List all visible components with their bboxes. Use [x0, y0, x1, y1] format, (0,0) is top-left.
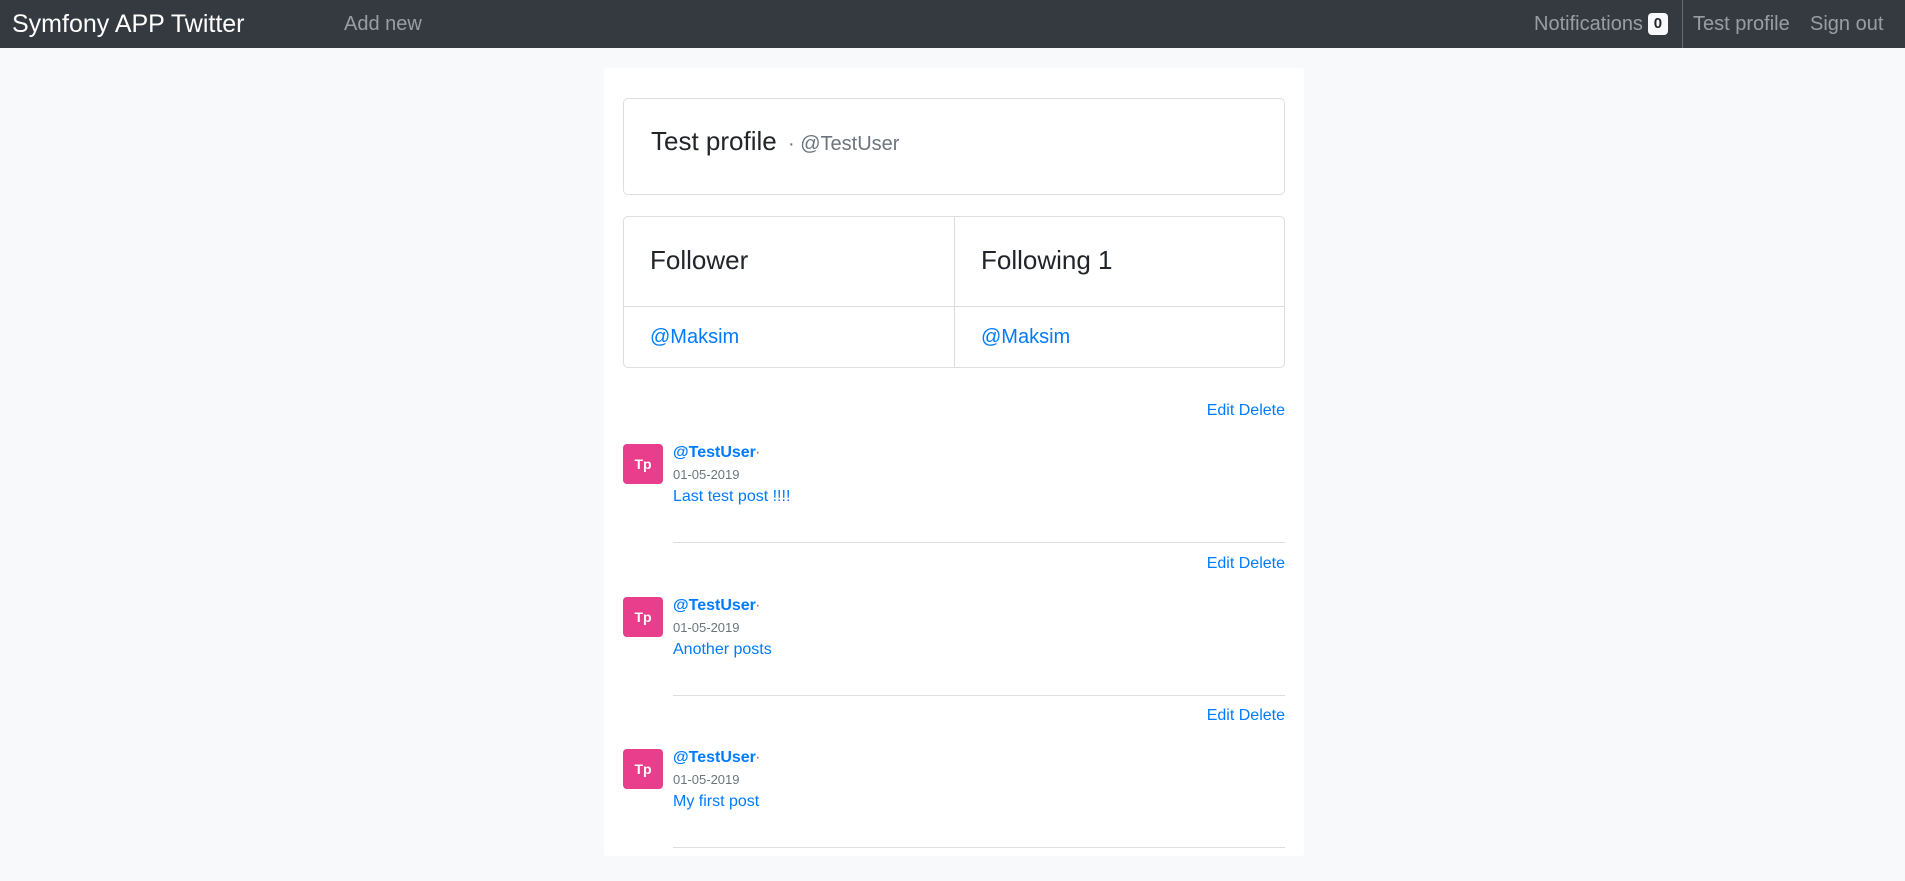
post-body: @TestUser · 01-05-2019 Last test post !!… — [673, 443, 1285, 543]
avatar: Tp — [623, 444, 663, 484]
delete-post-link[interactable]: Delete — [1239, 707, 1285, 724]
post-actions: Edit Delete — [1207, 706, 1285, 726]
brand-link[interactable]: Symfony APP Twitter — [12, 9, 245, 39]
post-date: 01-05-2019 — [673, 620, 740, 635]
post-author-link[interactable]: @TestUser — [673, 596, 756, 616]
edit-post-link[interactable]: Edit — [1207, 707, 1235, 724]
notifications-count-badge: 0 — [1647, 13, 1668, 35]
delete-post-link[interactable]: Delete — [1239, 555, 1285, 572]
profile-name: Test profile — [651, 126, 777, 156]
following-header: Following 1 — [955, 217, 1284, 307]
avatar: Tp — [623, 597, 663, 637]
top-navbar: Symfony APP Twitter Add new Notification… — [0, 0, 1905, 48]
main-container: Test profile · @TestUser Follower @Maksi… — [604, 68, 1304, 856]
post-date: 01-05-2019 — [673, 772, 740, 787]
notifications-link[interactable]: Notifications 0 — [1534, 12, 1668, 36]
avatar: Tp — [623, 749, 663, 789]
following-column: Following 1 @Maksim — [954, 217, 1284, 367]
post-body: @TestUser · 01-05-2019 My first post — [673, 748, 1285, 848]
post-text-link[interactable]: Another posts — [673, 640, 772, 660]
post-item: Edit Delete Tp @TestUser · 01-05-2019 An… — [623, 554, 1285, 697]
follower-user-link[interactable]: @Maksim — [650, 325, 739, 349]
post-actions: Edit Delete — [1207, 401, 1285, 421]
post-separator: · — [755, 597, 761, 614]
post-item: Edit Delete Tp @TestUser · 01-05-2019 La… — [623, 401, 1285, 544]
post-text-link[interactable]: My first post — [673, 792, 759, 812]
sign-out-link[interactable]: Sign out — [1810, 12, 1883, 36]
following-user-link[interactable]: @Maksim — [981, 325, 1070, 349]
followers-header: Follower — [624, 217, 954, 307]
post-separator: · — [755, 444, 761, 461]
profile-card: Test profile · @TestUser — [623, 98, 1285, 195]
post-actions: Edit Delete — [1207, 554, 1285, 574]
post-author-link[interactable]: @TestUser — [673, 748, 756, 768]
add-new-link[interactable]: Add new — [344, 12, 422, 36]
profile-handle: · @TestUser — [788, 133, 900, 155]
followers-title: Follower — [650, 245, 749, 275]
nav-divider — [1682, 0, 1683, 48]
post-item: Edit Delete Tp @TestUser · 01-05-2019 My… — [623, 706, 1285, 849]
following-title: Following 1 — [981, 245, 1113, 275]
profile-link[interactable]: Test profile — [1693, 12, 1790, 36]
post-date: 01-05-2019 — [673, 467, 740, 482]
follow-card: Follower @Maksim Following 1 @Maksim — [623, 216, 1285, 368]
post-separator: · — [755, 749, 761, 766]
post-body: @TestUser · 01-05-2019 Another posts — [673, 596, 1285, 696]
delete-post-link[interactable]: Delete — [1239, 402, 1285, 419]
post-text-link[interactable]: Last test post !!!! — [673, 487, 790, 507]
post-author-link[interactable]: @TestUser — [673, 443, 756, 463]
edit-post-link[interactable]: Edit — [1207, 555, 1235, 572]
followers-column: Follower @Maksim — [624, 217, 954, 367]
edit-post-link[interactable]: Edit — [1207, 402, 1235, 419]
notifications-label: Notifications — [1534, 13, 1643, 35]
